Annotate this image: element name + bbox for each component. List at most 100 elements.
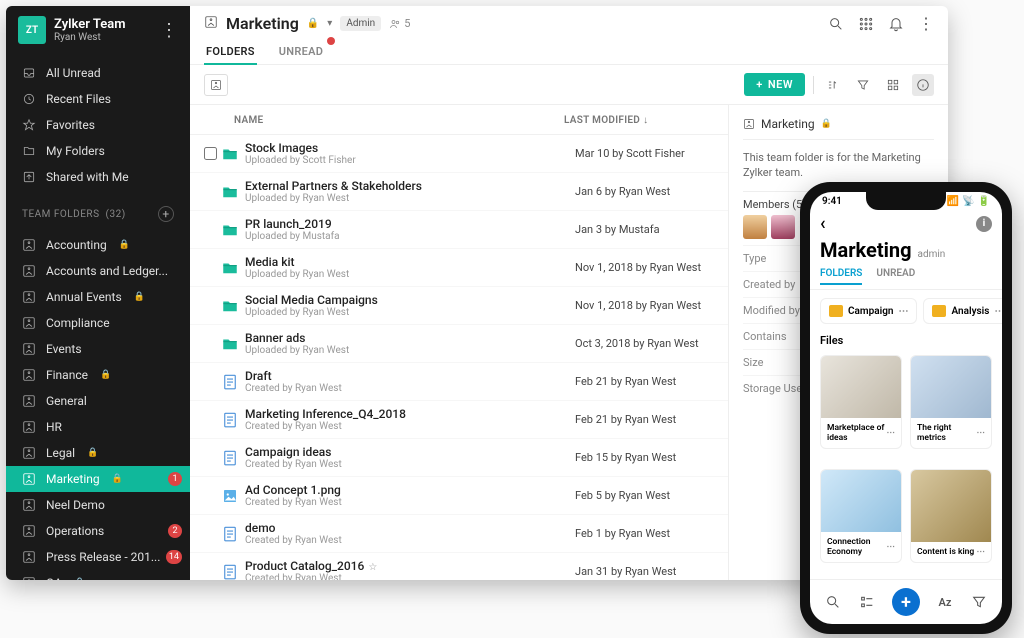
phone-tab[interactable]: FOLDERS: [820, 268, 862, 285]
sidebar-folder-item[interactable]: Accounts and Ledger...: [6, 258, 190, 284]
role-badge: Admin: [340, 16, 381, 31]
badge: 2: [168, 524, 182, 538]
sidebar-folder-label: Accounts and Ledger...: [46, 264, 168, 278]
tab-folders[interactable]: FOLDERS: [204, 39, 257, 64]
phone-file-card[interactable]: Content is king⋯: [910, 469, 992, 563]
info-icon[interactable]: i: [976, 216, 992, 232]
more-icon[interactable]: ⋯: [994, 306, 1002, 317]
folder-icon: [829, 305, 843, 317]
more-icon[interactable]: ⋯: [898, 306, 908, 317]
file-row[interactable]: External Partners & Stakeholders Uploade…: [190, 173, 728, 211]
search-icon[interactable]: [824, 593, 842, 611]
file-row[interactable]: Campaign ideas Created by Ryan West Feb …: [190, 439, 728, 477]
org-icon: [22, 316, 36, 330]
view-icon[interactable]: [882, 74, 904, 96]
sidebar-nav-label: Shared with Me: [46, 170, 129, 184]
sidebar-folder-item[interactable]: Events: [6, 336, 190, 362]
info-icon[interactable]: [912, 74, 934, 96]
more-icon[interactable]: ⋮: [918, 16, 934, 32]
more-icon[interactable]: ⋯: [887, 428, 896, 438]
file-row[interactable]: Product Catalog_2016☆ Created by Ryan We…: [190, 553, 728, 580]
search-icon[interactable]: [828, 16, 844, 32]
more-icon[interactable]: ⋯: [977, 547, 986, 557]
sidebar-folder-item[interactable]: Finance🔒: [6, 362, 190, 388]
sidebar-nav-item[interactable]: Favorites: [6, 112, 190, 138]
team-avatar[interactable]: ZT: [18, 16, 46, 44]
tab-unread[interactable]: UNREAD: [277, 39, 326, 64]
doc-icon: [221, 563, 239, 581]
filter-icon[interactable]: [852, 74, 874, 96]
list-icon[interactable]: [858, 593, 876, 611]
phone-file-card[interactable]: Marketplace of ideas⋯: [820, 355, 902, 449]
bell-icon[interactable]: [888, 16, 904, 32]
file-row[interactable]: demo Created by Ryan West Feb 1 by Ryan …: [190, 515, 728, 553]
filter-icon[interactable]: [970, 593, 988, 611]
sidebar-folder-item[interactable]: HR: [6, 414, 190, 440]
file-row[interactable]: Ad Concept 1.png Created by Ryan West Fe…: [190, 477, 728, 515]
title-dropdown-icon[interactable]: ▾: [327, 18, 332, 29]
breadcrumb-icon[interactable]: [204, 74, 228, 96]
sort-icon[interactable]: [822, 74, 844, 96]
lock-icon: 🔒: [134, 292, 145, 302]
add-team-folder-icon[interactable]: +: [158, 206, 174, 222]
sidebar-nav-item[interactable]: Recent Files: [6, 86, 190, 112]
new-button[interactable]: +NEW: [744, 73, 805, 96]
sidebar-nav-item[interactable]: Shared with Me: [6, 164, 190, 190]
phone-folder-card[interactable]: Campaign⋯: [820, 298, 917, 324]
phone-file-card[interactable]: The right metrics⋯: [910, 355, 992, 449]
sidebar-folder-item[interactable]: General: [6, 388, 190, 414]
sidebar-folder-item[interactable]: QA🔒: [6, 570, 190, 580]
toolbar-right: +NEW: [744, 73, 934, 96]
sidebar-nav-item[interactable]: My Folders: [6, 138, 190, 164]
sort-icon[interactable]: Az: [936, 593, 954, 611]
sidebar-menu-icon[interactable]: ⋮: [160, 20, 178, 41]
phone-tab[interactable]: UNREAD: [876, 268, 915, 285]
sidebar-folder-item[interactable]: Press Release - 201...🔒14: [6, 544, 190, 570]
sidebar-header: ZT Zylker Team Ryan West ⋮: [6, 6, 190, 54]
file-meta: Uploaded by Ryan West: [245, 193, 575, 204]
folder-icon: [932, 305, 946, 317]
folder-icon: [221, 297, 239, 315]
sidebar-folder-item[interactable]: Operations2: [6, 518, 190, 544]
phone-title-text: Marketing: [820, 238, 912, 262]
phone-file-card[interactable]: Connection Economy⋯: [820, 469, 902, 563]
sidebar-folder-item[interactable]: Marketing🔒1: [6, 466, 190, 492]
folder-card-label: Analysis: [951, 306, 989, 317]
file-meta: Uploaded by Scott Fisher: [245, 155, 575, 166]
col-modified[interactable]: LAST MODIFIED ↓: [564, 115, 724, 126]
file-name: Marketing Inference_Q4_2018: [245, 407, 575, 421]
file-row[interactable]: Social Media Campaigns Uploaded by Ryan …: [190, 287, 728, 325]
row-checkbox[interactable]: [204, 147, 217, 160]
col-name[interactable]: NAME: [234, 115, 564, 126]
sidebar-folder-item[interactable]: Accounting🔒: [6, 232, 190, 258]
add-button[interactable]: +: [892, 588, 920, 616]
sidebar-nav-label: All Unread: [46, 66, 101, 80]
sidebar-nav-item[interactable]: All Unread: [6, 60, 190, 86]
more-icon[interactable]: ⋯: [977, 428, 986, 438]
file-modified: Feb 5 by Ryan West: [575, 489, 728, 502]
members-count[interactable]: 5: [389, 17, 410, 30]
sidebar-folder-item[interactable]: Annual Events 🔒: [6, 284, 190, 310]
file-row[interactable]: Marketing Inference_Q4_2018 Created by R…: [190, 401, 728, 439]
sidebar-folder-item[interactable]: Neel Demo: [6, 492, 190, 518]
file-name: Banner ads: [245, 331, 575, 345]
file-row[interactable]: Stock Images Uploaded by Scott Fisher Ma…: [190, 135, 728, 173]
file-row[interactable]: PR launch_2019 Uploaded by Mustafa Jan 3…: [190, 211, 728, 249]
file-modified: Nov 1, 2018 by Ryan West: [575, 299, 728, 312]
avatar[interactable]: [743, 215, 767, 239]
back-icon[interactable]: ‹: [820, 213, 826, 234]
phone-nav: ‹ i: [810, 209, 1002, 238]
sidebar-folder-item[interactable]: Legal🔒: [6, 440, 190, 466]
phone-folder-card[interactable]: Analysis ⋯: [923, 298, 1002, 324]
apps-icon[interactable]: [858, 16, 874, 32]
doc-icon: [221, 449, 239, 467]
sidebar-folder-item[interactable]: Compliance: [6, 310, 190, 336]
more-icon[interactable]: ⋯: [887, 542, 896, 552]
file-row[interactable]: Media kit Uploaded by Ryan West Nov 1, 2…: [190, 249, 728, 287]
folder-icon: [221, 259, 239, 277]
sidebar-folder-label: Annual Events: [46, 290, 122, 304]
file-row[interactable]: Banner ads Uploaded by Ryan West Oct 3, …: [190, 325, 728, 363]
avatar[interactable]: [771, 215, 795, 239]
file-row[interactable]: Draft Created by Ryan West Feb 21 by Rya…: [190, 363, 728, 401]
doc-icon: [221, 373, 239, 391]
